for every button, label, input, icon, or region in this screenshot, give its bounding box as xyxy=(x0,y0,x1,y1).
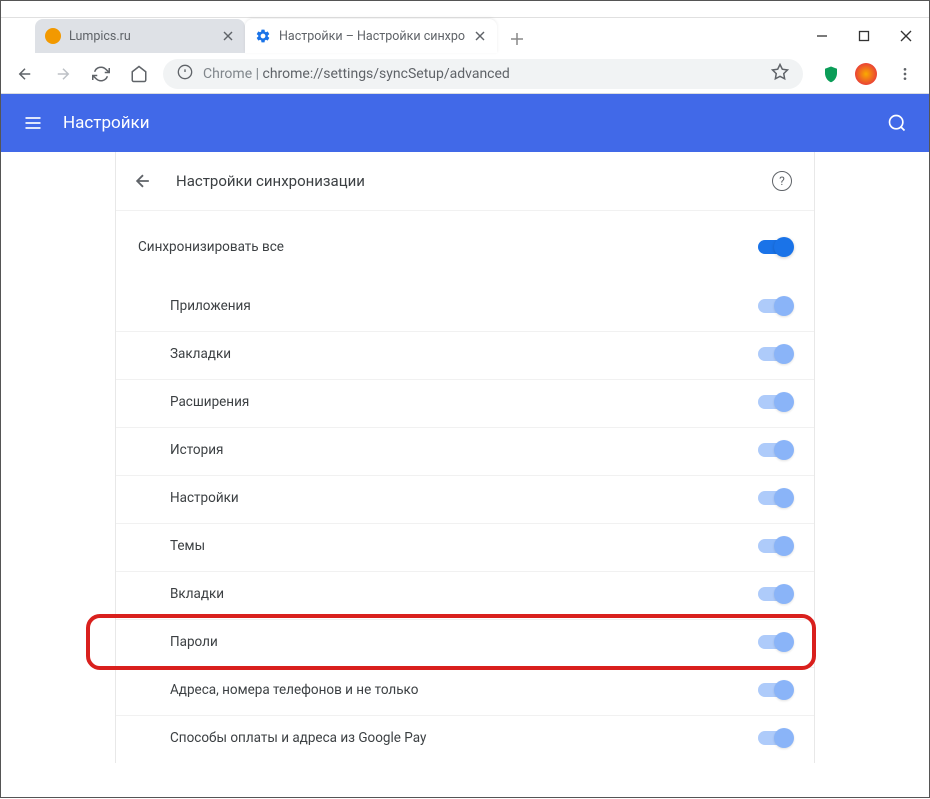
settings-scroll-area[interactable]: Настройки синхронизации ? Синхронизирова… xyxy=(1,152,929,799)
sync-item-toggle[interactable] xyxy=(758,299,792,313)
new-tab-button[interactable] xyxy=(503,25,531,53)
sync-item-label: Адреса, номера телефонов и не только xyxy=(170,682,758,698)
sync-settings-card: Настройки синхронизации ? Синхронизирова… xyxy=(115,152,815,763)
sync-item-bookmarks: Закладки xyxy=(116,331,814,379)
sync-item-themes: Темы xyxy=(116,523,814,571)
sync-item-label: История xyxy=(170,442,758,458)
sync-item-toggle[interactable] xyxy=(758,731,792,745)
sync-item-label: Пароли xyxy=(170,634,758,650)
settings-page: Настройки Настройки синхронизации ? Синх… xyxy=(1,94,929,799)
sync-item-label: Закладки xyxy=(170,346,758,362)
tab-title: Lumpics.ru xyxy=(69,29,213,44)
sync-item-apps: Приложения xyxy=(116,272,814,331)
browser-menu-button[interactable] xyxy=(891,60,919,88)
sync-item-label: Приложения xyxy=(170,298,758,314)
sync-item-toggle[interactable] xyxy=(758,635,792,649)
site-info-icon[interactable] xyxy=(177,64,193,84)
sync-card-header: Настройки синхронизации ? xyxy=(116,152,814,211)
sync-item-settings: Настройки xyxy=(116,475,814,523)
minimize-button[interactable] xyxy=(815,29,829,43)
sync-item-toggle[interactable] xyxy=(758,347,792,361)
sync-item-addresses: Адреса, номера телефонов и не только xyxy=(116,667,814,715)
sync-item-toggle[interactable] xyxy=(758,491,792,505)
tab-lumpics[interactable]: Lumpics.ru xyxy=(35,19,245,53)
tab-settings[interactable]: Настройки – Настройки синхро xyxy=(245,19,497,53)
search-icon[interactable] xyxy=(885,111,909,135)
settings-title: Настройки xyxy=(63,113,150,133)
browser-toolbar: Chrome | chrome://settings/syncSetup/adv… xyxy=(1,54,929,94)
adguard-extension-icon[interactable] xyxy=(821,64,841,84)
sync-item-payments: Способы оплаты и адреса из Google Pay xyxy=(116,715,814,763)
sync-item-label: Расширения xyxy=(170,394,758,410)
maximize-button[interactable] xyxy=(857,29,871,43)
tab-strip: Lumpics.ru Настройки – Настройки синхро xyxy=(35,17,531,53)
sync-all-label: Синхронизировать все xyxy=(138,239,758,255)
sync-card-title: Настройки синхронизации xyxy=(176,172,365,190)
forward-button[interactable] xyxy=(49,60,77,88)
close-tab-icon[interactable] xyxy=(221,29,235,43)
close-window-button[interactable] xyxy=(899,29,913,43)
sync-item-toggle[interactable] xyxy=(758,539,792,553)
bookmark-star-icon[interactable] xyxy=(771,63,789,85)
tab-favicon-lumpics xyxy=(45,28,61,44)
sync-item-toggle[interactable] xyxy=(758,587,792,601)
sync-item-toggle[interactable] xyxy=(758,395,792,409)
sync-options-list: Синхронизировать все Приложения Закладки… xyxy=(116,211,814,763)
hamburger-menu-icon[interactable] xyxy=(21,111,45,135)
sync-all-toggle[interactable] xyxy=(758,240,792,254)
url-text: Chrome | chrome://settings/syncSetup/adv… xyxy=(203,66,510,82)
sync-item-label: Темы xyxy=(170,538,758,554)
close-tab-icon[interactable] xyxy=(473,29,487,43)
toolbar-actions xyxy=(813,60,919,88)
home-button[interactable] xyxy=(125,60,153,88)
sync-all-row: Синхронизировать все xyxy=(116,225,814,272)
help-icon[interactable]: ? xyxy=(772,171,792,191)
sync-item-label: Настройки xyxy=(170,490,758,506)
sync-item-passwords: Пароли xyxy=(116,619,814,667)
reload-button[interactable] xyxy=(87,60,115,88)
settings-header-bar: Настройки xyxy=(1,94,929,152)
back-arrow-icon[interactable] xyxy=(132,170,154,192)
content-area: Настройки Настройки синхронизации ? Синх… xyxy=(1,94,929,799)
window-titlebar xyxy=(1,1,929,18)
tab-favicon-settings xyxy=(255,28,271,44)
sync-item-label: Способы оплаты и адреса из Google Pay xyxy=(170,730,758,746)
sync-item-extensions: Расширения xyxy=(116,379,814,427)
tab-title: Настройки – Настройки синхро xyxy=(279,29,465,44)
sync-item-history: История xyxy=(116,427,814,475)
back-button[interactable] xyxy=(11,60,39,88)
sync-item-toggle[interactable] xyxy=(758,443,792,457)
extension-icon[interactable] xyxy=(855,63,877,85)
address-bar[interactable]: Chrome | chrome://settings/syncSetup/adv… xyxy=(163,59,803,89)
sync-item-label: Вкладки xyxy=(170,586,758,602)
sync-item-tabs: Вкладки xyxy=(116,571,814,619)
sync-item-toggle[interactable] xyxy=(758,683,792,697)
